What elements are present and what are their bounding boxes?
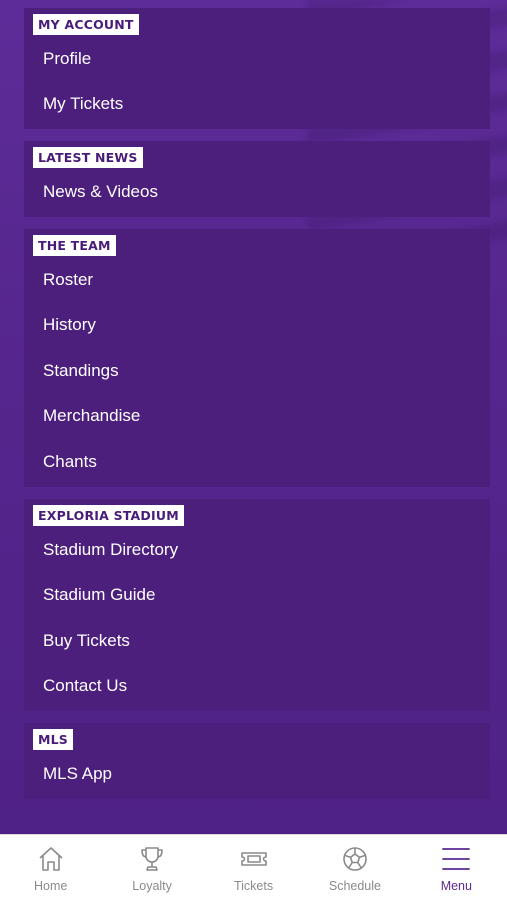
section-latest-news: LATEST NEWS News & Videos <box>24 141 490 217</box>
menu-item-my-tickets[interactable]: My Tickets <box>24 82 490 128</box>
menu-item-buy-tickets[interactable]: Buy Tickets <box>24 618 490 664</box>
menu-item-profile[interactable]: Profile <box>24 36 490 82</box>
hamburger-menu-icon <box>442 848 471 870</box>
section-my-account: MY ACCOUNT Profile My Tickets <box>24 8 490 130</box>
tab-loyalty[interactable]: Loyalty <box>101 835 202 900</box>
section-tag: EXPLORIA STADIUM <box>33 504 184 526</box>
tab-menu[interactable]: Menu <box>406 835 507 900</box>
soccer-ball-icon <box>343 847 367 871</box>
tab-label: Schedule <box>328 879 381 893</box>
section-exploria-stadium: EXPLORIA STADIUM Stadium Directory Stadi… <box>24 498 490 712</box>
tab-schedule[interactable]: Schedule <box>304 835 405 900</box>
menu-item-mls-app[interactable]: MLS App <box>24 751 490 797</box>
menu-item-stadium-directory[interactable]: Stadium Directory <box>24 527 490 573</box>
section-the-team: THE TEAM Roster History Standings Mercha… <box>24 228 490 487</box>
menu-item-merchandise[interactable]: Merchandise <box>24 394 490 440</box>
section-tag: LATEST NEWS <box>33 147 143 169</box>
home-icon <box>39 847 63 871</box>
menu-item-standings[interactable]: Standings <box>24 348 490 394</box>
bottom-tab-bar: Home Loyalty Tickets Schedule Menu <box>0 834 507 900</box>
section-tag: THE TEAM <box>33 234 116 256</box>
menu-item-history[interactable]: History <box>24 302 490 348</box>
menu-item-contact-us[interactable]: Contact Us <box>24 664 490 710</box>
menu-item-chants[interactable]: Chants <box>24 439 490 485</box>
tab-label: Menu <box>440 879 472 893</box>
menu-item-news-videos[interactable]: News & Videos <box>24 169 490 215</box>
tab-label: Tickets <box>233 879 274 893</box>
section-tag: MLS <box>33 729 74 751</box>
tab-label: Home <box>34 879 68 893</box>
section-tag: MY ACCOUNT <box>33 14 139 35</box>
tab-tickets[interactable]: Tickets <box>203 835 304 900</box>
tab-label: Loyalty <box>132 879 172 893</box>
trophy-icon <box>141 847 163 871</box>
menu-item-roster[interactable]: Roster <box>24 257 490 303</box>
menu-item-stadium-guide[interactable]: Stadium Guide <box>24 572 490 618</box>
tab-home[interactable]: Home <box>0 835 101 900</box>
section-mls: MLS MLS App <box>24 723 490 799</box>
menu-list: MY ACCOUNT Profile My Tickets LATEST NEW… <box>24 8 490 811</box>
ticket-icon <box>240 852 267 866</box>
